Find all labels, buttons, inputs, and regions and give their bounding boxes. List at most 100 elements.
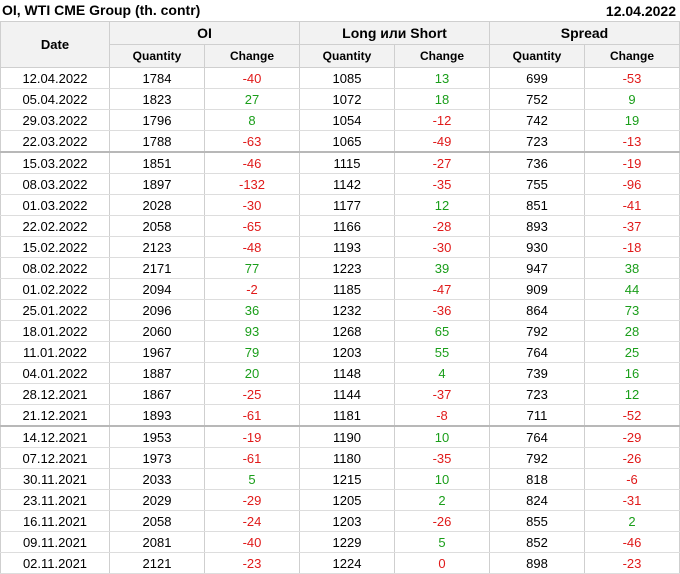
ls-change-cell: -47 [394,278,490,300]
ls-change-cell: 18 [394,88,490,110]
oi-quantity-cell: 1851 [109,152,205,174]
table-row: 04.01.2022 1887 20 1148 4 739 16 [0,362,680,384]
oi-change-cell: -24 [204,510,300,532]
ls-quantity-cell: 1177 [299,194,395,216]
table-body: 12.04.2022 1784 -40 1085 13 699 -53 05.04.2022 1… [0,67,680,574]
spread-quantity-cell: 711 [489,404,585,427]
spread-change-cell: 12 [584,383,680,405]
table-row: 21.12.2021 1893 -61 1181 -8 711 -52 [0,404,680,427]
ls-change-cell: 39 [394,257,490,279]
group-header-long-short: Long или Short [299,21,490,45]
date-cell: 08.02.2022 [0,257,110,279]
oi-quantity-cell: 2123 [109,236,205,258]
ls-quantity-cell: 1203 [299,510,395,532]
oi-change-cell: -29 [204,489,300,511]
oi-change-cell: 5 [204,468,300,490]
ls-quantity-cell: 1193 [299,236,395,258]
ls-change-cell: -35 [394,173,490,195]
oi-change-cell: 77 [204,257,300,279]
column-header-ls-change: Change [394,44,490,68]
spread-quantity-cell: 824 [489,489,585,511]
ls-change-cell: -8 [394,404,490,427]
table-row: 18.01.2022 2060 93 1268 65 792 28 [0,320,680,342]
table-row: 22.02.2022 2058 -65 1166 -28 893 -37 [0,215,680,237]
spread-change-cell: 19 [584,109,680,131]
oi-change-cell: 8 [204,109,300,131]
spread-change-cell: -31 [584,489,680,511]
date-cell: 18.01.2022 [0,320,110,342]
report-title: OI, WTI CME Group (th. contr) [2,2,201,18]
oi-change-cell: -19 [204,426,300,448]
oi-change-cell: -63 [204,130,300,153]
date-cell: 21.12.2021 [0,404,110,427]
ls-change-cell: 55 [394,341,490,363]
date-cell: 04.01.2022 [0,362,110,384]
oi-change-cell: 79 [204,341,300,363]
ls-change-cell: 2 [394,489,490,511]
spread-change-cell: 44 [584,278,680,300]
ls-change-cell: 10 [394,426,490,448]
oi-quantity-cell: 1788 [109,130,205,153]
date-cell: 11.01.2022 [0,341,110,363]
ls-change-cell: 5 [394,531,490,553]
ls-quantity-cell: 1190 [299,426,395,448]
ls-change-cell: -27 [394,152,490,174]
oi-quantity-cell: 1784 [109,67,205,89]
spread-change-cell: 28 [584,320,680,342]
spread-quantity-cell: 792 [489,447,585,469]
table-row: 02.11.2021 2121 -23 1224 0 898 -23 [0,552,680,574]
column-header-spread-quantity: Quantity [489,44,585,68]
spread-change-cell: -52 [584,404,680,427]
spread-change-cell: -96 [584,173,680,195]
table-row: 30.11.2021 2033 5 1215 10 818 -6 [0,468,680,490]
ls-quantity-cell: 1224 [299,552,395,574]
ls-change-cell: -36 [394,299,490,321]
spread-change-cell: 2 [584,510,680,532]
table-row: 11.01.2022 1967 79 1203 55 764 25 [0,341,680,363]
table-row: 15.03.2022 1851 -46 1115 -27 736 -19 [0,152,680,174]
ls-quantity-cell: 1229 [299,531,395,553]
spread-quantity-cell: 947 [489,257,585,279]
date-cell: 07.12.2021 [0,447,110,469]
oi-quantity-cell: 1897 [109,173,205,195]
ls-change-cell: 10 [394,468,490,490]
table-row: 23.11.2021 2029 -29 1205 2 824 -31 [0,489,680,511]
spread-quantity-cell: 855 [489,510,585,532]
oi-change-cell: -23 [204,552,300,574]
oi-change-cell: -2 [204,278,300,300]
ls-quantity-cell: 1268 [299,320,395,342]
oi-change-cell: -30 [204,194,300,216]
table-row: 01.02.2022 2094 -2 1185 -47 909 44 [0,278,680,300]
ls-change-cell: -28 [394,215,490,237]
ls-quantity-cell: 1065 [299,130,395,153]
oi-change-cell: -132 [204,173,300,195]
spread-change-cell: -13 [584,130,680,153]
oi-quantity-cell: 1893 [109,404,205,427]
spread-change-cell: -46 [584,531,680,553]
column-header-spread-change: Change [584,44,680,68]
table-row: 25.01.2022 2096 36 1232 -36 864 73 [0,299,680,321]
oi-quantity-cell: 1973 [109,447,205,469]
spread-quantity-cell: 792 [489,320,585,342]
ls-change-cell: -26 [394,510,490,532]
spread-quantity-cell: 852 [489,531,585,553]
title-bar: OI, WTI CME Group (th. contr) 12.04.2022 [0,0,680,21]
spread-change-cell: -19 [584,152,680,174]
spread-quantity-cell: 736 [489,152,585,174]
spread-quantity-cell: 723 [489,130,585,153]
ls-quantity-cell: 1072 [299,88,395,110]
oi-quantity-cell: 2096 [109,299,205,321]
spread-change-cell: -53 [584,67,680,89]
ls-quantity-cell: 1215 [299,468,395,490]
ls-change-cell: -30 [394,236,490,258]
ls-quantity-cell: 1232 [299,299,395,321]
spread-change-cell: -29 [584,426,680,448]
spread-quantity-cell: 723 [489,383,585,405]
spread-quantity-cell: 742 [489,109,585,131]
ls-quantity-cell: 1144 [299,383,395,405]
spread-change-cell: -18 [584,236,680,258]
spread-change-cell: 73 [584,299,680,321]
oi-change-cell: -61 [204,404,300,427]
ls-change-cell: -12 [394,109,490,131]
oi-quantity-cell: 1796 [109,109,205,131]
